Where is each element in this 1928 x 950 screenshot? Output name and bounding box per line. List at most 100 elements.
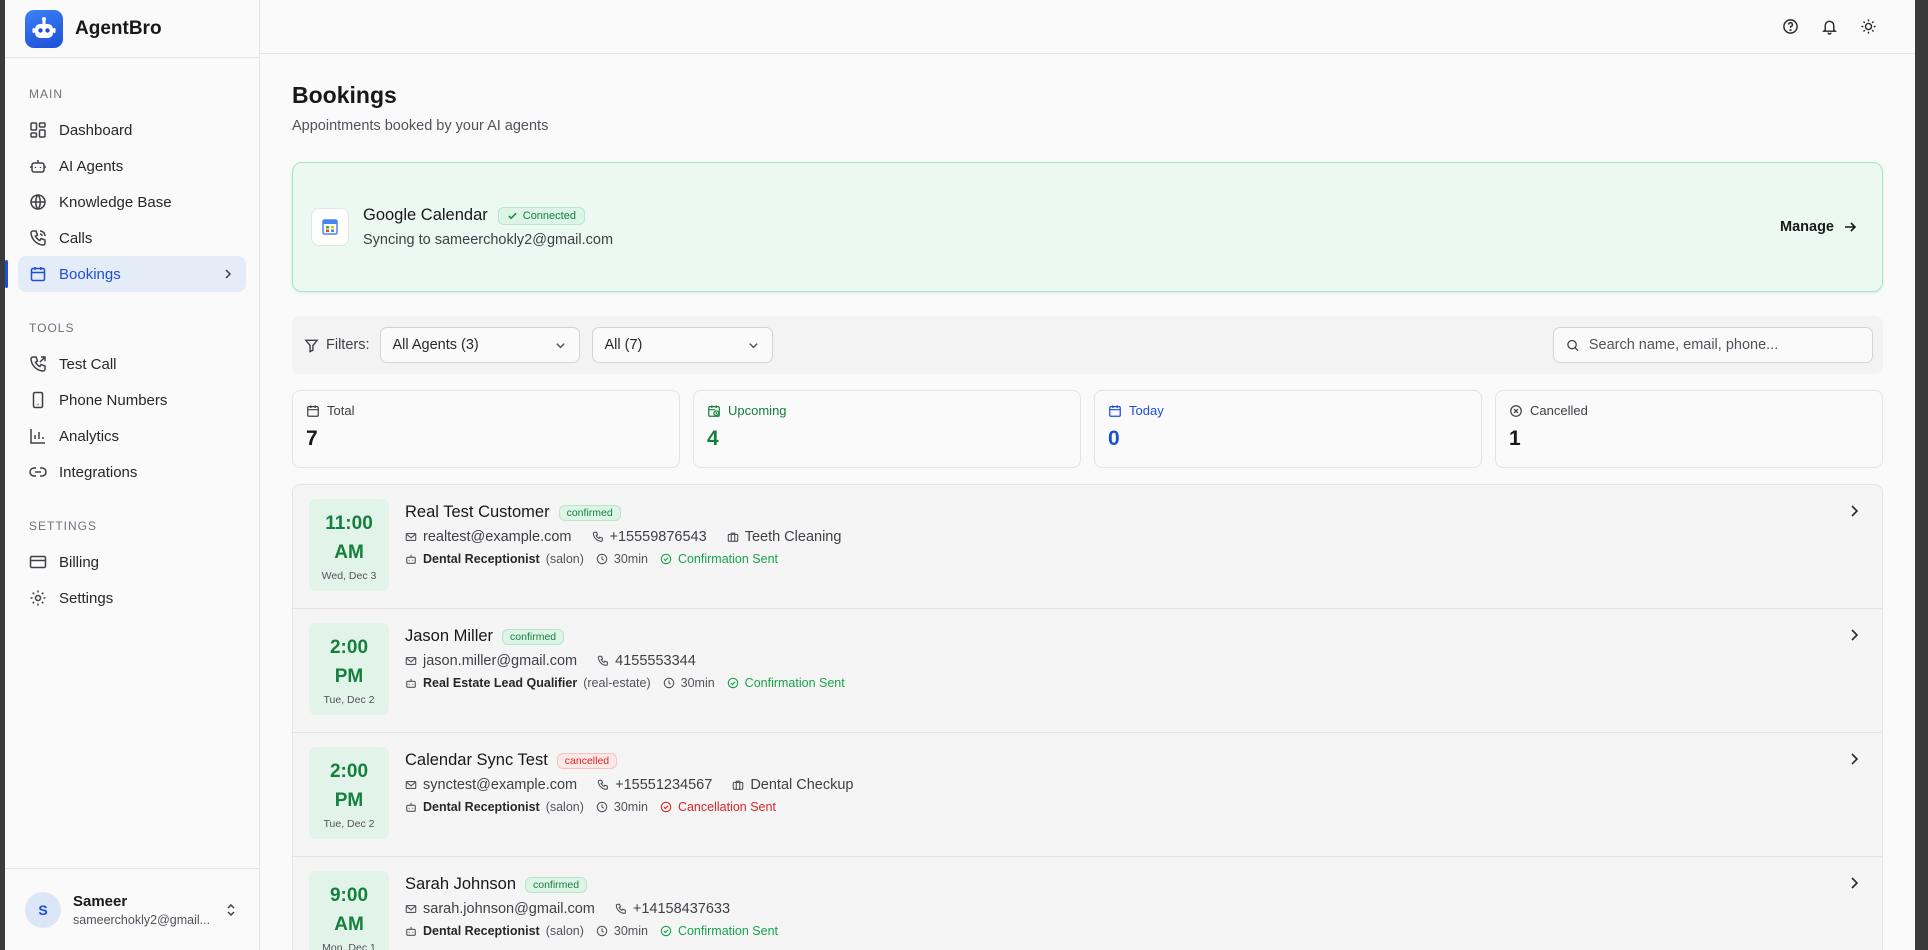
- booking-time: 2:00 PM Tue, Dec 2: [309, 747, 389, 839]
- bot-icon: [406, 926, 416, 936]
- chevron-right-icon: [1851, 877, 1859, 889]
- check-circle-icon: [660, 925, 672, 937]
- bot-icon: [406, 678, 416, 688]
- chevron-down-icon: [748, 342, 758, 348]
- globe-icon: [30, 194, 46, 210]
- notification-status: Confirmation Sent: [744, 676, 845, 690]
- user-menu[interactable]: S Sameer sameerchokly2@gmail...: [5, 868, 259, 950]
- sidebar-item-billing[interactable]: Billing: [18, 544, 246, 580]
- sidebar-item-phone-numbers[interactable]: Phone Numbers: [18, 382, 246, 418]
- sidebar-item-label: Test Call: [59, 355, 117, 373]
- sync-status-text: Syncing to sameerchokly2@gmail.com: [363, 232, 614, 248]
- connected-badge: Connected: [497, 206, 585, 225]
- service-name: Dental Checkup: [750, 777, 854, 793]
- customer-email: sarah.johnson@gmail.com: [423, 901, 595, 917]
- agent-type: (salon): [545, 924, 584, 938]
- booking-row[interactable]: 2:00 PM Tue, Dec 2 Jason Miller confirme…: [293, 609, 1882, 733]
- status-filter-select[interactable]: All (7): [591, 327, 773, 363]
- stat-value: 0: [1108, 427, 1120, 450]
- agent-name: Dental Receptionist: [423, 800, 540, 814]
- booking-row[interactable]: 9:00 AM Mon, Dec 1 Sarah Johnson confirm…: [293, 857, 1882, 950]
- agent-filter-select[interactable]: All Agents (3): [379, 327, 580, 363]
- bell-icon[interactable]: [1821, 18, 1838, 35]
- search-icon: [1567, 339, 1579, 351]
- sidebar-item-calls[interactable]: Calls: [18, 220, 246, 256]
- nav-section-tools: TOOLS Test Call Phone Numbers Analytics …: [5, 318, 259, 490]
- grid-icon: [30, 122, 46, 138]
- customer-email: realtest@example.com: [423, 529, 572, 545]
- filters-bar: Filters: All Agents (3) All (7): [292, 316, 1883, 374]
- help-icon[interactable]: [1782, 18, 1799, 35]
- sidebar-item-settings[interactable]: Settings: [18, 580, 246, 616]
- clock-icon: [663, 677, 674, 689]
- booking-row[interactable]: 11:00 AM Wed, Dec 3 Real Test Customer c…: [293, 485, 1882, 609]
- stat-card-total: Total 7: [292, 390, 680, 468]
- user-info: Sameer sameerchokly2@gmail...: [73, 893, 210, 927]
- customer-phone: +14158437633: [632, 901, 731, 917]
- google-calendar-title: Google Calendar: [363, 206, 488, 224]
- sidebar-item-bookings[interactable]: Bookings: [5, 256, 246, 292]
- calendar-icon: [307, 404, 319, 417]
- stat-card-today: Today 0: [1094, 390, 1482, 468]
- stat-card-cancelled: Cancelled 1: [1495, 390, 1883, 468]
- check-icon: [508, 212, 517, 220]
- booking-time-ampm: AM: [334, 913, 364, 935]
- nav-section-settings: SETTINGS Billing Settings: [5, 516, 259, 616]
- booking-date: Tue, Dec 2: [323, 693, 375, 706]
- manage-button[interactable]: Manage: [1780, 219, 1858, 235]
- sidebar-item-analytics[interactable]: Analytics: [18, 418, 246, 454]
- agent-name: Real Estate Lead Qualifier: [423, 676, 578, 690]
- agent-type: (real-estate): [583, 676, 651, 690]
- calendar-icon: [1109, 404, 1121, 417]
- page-subtitle: Appointments booked by your AI agents: [292, 118, 549, 134]
- stat-value: 1: [1509, 427, 1521, 450]
- customer-email: jason.miller@gmail.com: [423, 653, 578, 669]
- sidebar-item-label: Calls: [59, 229, 93, 247]
- booking-time-ampm: PM: [334, 789, 364, 811]
- booking-time-ampm: AM: [334, 541, 364, 563]
- nav-section-main: MAIN Dashboard AI Agents Knowledge Base …: [5, 84, 259, 292]
- customer-phone: +15559876543: [609, 529, 707, 545]
- filters-label-text: Filters:: [326, 337, 370, 353]
- check-circle-icon: [660, 801, 672, 813]
- connected-badge-label: Connected: [522, 209, 576, 222]
- phone-icon: [592, 531, 603, 542]
- sidebar-item-label: Phone Numbers: [59, 391, 168, 409]
- booking-time: 2:00 PM Tue, Dec 2: [309, 623, 389, 715]
- smartphone-icon: [32, 391, 44, 409]
- booking-time-value: 9:00: [329, 884, 369, 906]
- stat-label: Total: [327, 403, 355, 418]
- sidebar-item-dashboard[interactable]: Dashboard: [18, 112, 246, 148]
- search-input[interactable]: [1588, 337, 1860, 353]
- sidebar-item-label: Dashboard: [59, 121, 133, 139]
- booking-time-value: 2:00: [329, 636, 369, 658]
- sidebar-item-integrations[interactable]: Integrations: [18, 454, 246, 490]
- customer-phone: 4155553344: [615, 653, 696, 669]
- brand[interactable]: AgentBro: [5, 0, 259, 58]
- mail-icon: [405, 533, 417, 541]
- chevron-right-icon: [1851, 505, 1859, 517]
- user-email: sameerchokly2@gmail...: [73, 912, 211, 927]
- sidebar-item-ai-agents[interactable]: AI Agents: [18, 148, 246, 184]
- sidebar: AgentBro MAIN Dashboard AI Agents Knowle…: [5, 0, 260, 950]
- mail-icon: [405, 781, 417, 789]
- sidebar-item-knowledge-base[interactable]: Knowledge Base: [18, 184, 246, 220]
- agent-type: (salon): [545, 552, 584, 566]
- sidebar-item-label: Billing: [59, 553, 100, 571]
- app-window: AgentBro MAIN Dashboard AI Agents Knowle…: [5, 0, 1915, 950]
- brand-name: AgentBro: [75, 17, 162, 39]
- agent-name: Dental Receptionist: [423, 552, 540, 566]
- chevrons-up-down-icon: [227, 903, 235, 916]
- google-calendar-info: Google Calendar Connected Syncing to sam…: [363, 206, 613, 248]
- booking-date: Tue, Dec 2: [323, 817, 375, 830]
- nav-heading-settings: SETTINGS: [29, 519, 98, 533]
- phone-icon: [615, 903, 626, 914]
- sidebar-item-test-call[interactable]: Test Call: [18, 346, 246, 382]
- bookings-list: 11:00 AM Wed, Dec 3 Real Test Customer c…: [292, 484, 1883, 950]
- manage-button-label: Manage: [1780, 219, 1834, 235]
- booking-row[interactable]: 2:00 PM Tue, Dec 2 Calendar Sync Test ca…: [293, 733, 1882, 857]
- filter-icon: [304, 339, 319, 353]
- calendar-clock-icon: [708, 404, 720, 417]
- sun-icon[interactable]: [1860, 18, 1877, 35]
- status-badge: confirmed: [502, 628, 565, 645]
